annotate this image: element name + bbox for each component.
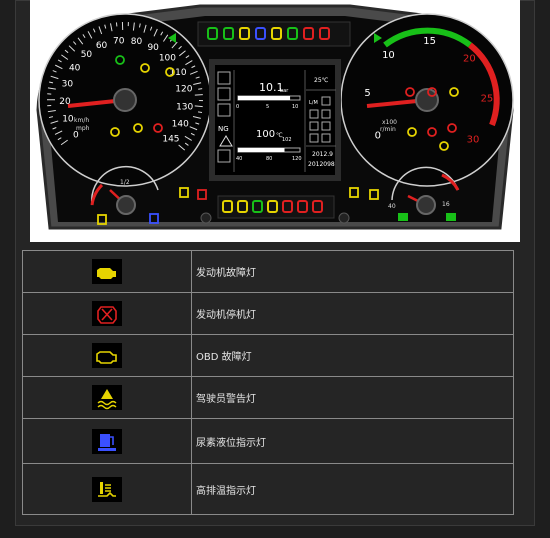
indicator-legend-table: 发动机故障灯 发动机停机灯 OBD 故障灯 驾驶员警告灯 尿素液位指示灯 高排温指示灯 — [22, 250, 514, 515]
legend-label: 发动机停机灯 — [191, 292, 514, 335]
legend-label: 发动机故障灯 — [191, 250, 514, 293]
lcd-temp-scale-0: 40 — [236, 156, 242, 162]
lcd-date-line1: 2012.9 — [312, 151, 333, 158]
speed-tick-label: 90 — [147, 43, 159, 53]
legend-label: 驾驶员警告灯 — [191, 376, 514, 419]
speed-tick-label: 10 — [62, 115, 74, 125]
temp-gauge-max: 16 — [442, 201, 450, 208]
lcd-pressure-unit: bar — [280, 88, 289, 94]
urea-level-icon — [92, 428, 122, 454]
legend-icon-cell — [22, 292, 192, 335]
lcd-temp-sub: 102 — [282, 137, 292, 143]
rpm-tick-label: 15 — [423, 36, 436, 47]
speed-tick-label: 30 — [62, 79, 74, 89]
legend-icon-cell — [22, 463, 192, 515]
legend-row: 高排温指示灯 — [22, 463, 514, 515]
temp-gauge-min: 40 — [388, 203, 396, 210]
lcd-pressure-scale-2: 10 — [292, 104, 298, 110]
speed-tick-label: 70 — [113, 36, 125, 46]
high-exhaust-temp-icon — [92, 476, 122, 502]
legend-row: 驾驶员警告灯 — [22, 376, 514, 419]
lcd-pressure-scale-1: 5 — [266, 104, 269, 110]
speed-tick-label: 145 — [162, 135, 179, 145]
lcd-temp-scale-2: 120 — [292, 156, 302, 162]
engine-stop-icon — [92, 301, 122, 326]
rpm-tick-label: 30 — [467, 135, 480, 146]
green-indicator-icon — [398, 213, 408, 221]
lcd-temp-scale-1: 80 — [266, 156, 272, 162]
legend-row: 发动机停机灯 — [22, 292, 514, 335]
legend-icon-cell — [22, 376, 192, 419]
speed-tick-label: 140 — [172, 119, 189, 129]
instrument-cluster-image: 0 10 20 30 40 50 60 70 80 90 100 110 120 130 140 145 km… — [30, 0, 520, 242]
legend-label: 尿素液位指示灯 — [191, 418, 514, 464]
driver-warning-icon — [92, 385, 122, 410]
obd-fault-icon — [92, 343, 122, 368]
speed-tick-label: 130 — [176, 102, 193, 112]
legend-row: OBD 故障灯 — [22, 334, 514, 377]
speed-tick-label: 40 — [69, 63, 81, 73]
lcd-pressure-scale-0: 0 — [236, 104, 239, 110]
rpm-unit-label: x100 — [382, 119, 397, 126]
legend-icon-cell — [22, 418, 192, 464]
speed-tick-label: 60 — [96, 41, 108, 51]
lcd-ng-label: NG — [218, 125, 229, 133]
legend-row: 尿素液位指示灯 — [22, 418, 514, 464]
speed-tick-label: 100 — [159, 54, 176, 64]
rpm-tick-label: 10 — [382, 50, 395, 61]
lcd-temp-value: 100 — [256, 129, 275, 140]
green-indicator-icon — [446, 213, 456, 221]
rpm-unit-label-2: r/min — [380, 126, 396, 133]
speed-unit-label-2: mph — [76, 125, 90, 132]
speed-unit-label: km/h — [74, 117, 89, 124]
rpm-tick-label: 25 — [481, 93, 494, 104]
legend-label: OBD 故障灯 — [191, 334, 514, 377]
legend-row: 发动机故障灯 — [22, 250, 514, 293]
rpm-tick-label: 20 — [463, 54, 476, 65]
legend-label: 高排温指示灯 — [191, 463, 514, 515]
lcd-outside-temp: 25℃ — [314, 77, 329, 84]
speed-tick-label: 120 — [175, 85, 192, 95]
speed-tick-label: 50 — [81, 50, 93, 60]
fuel-half-label: 1/2 — [120, 179, 130, 186]
engine-fault-icon — [92, 259, 122, 284]
legend-icon-cell — [22, 250, 192, 293]
legend-icon-cell — [22, 334, 192, 377]
lcd-lm-label: L/M — [309, 100, 318, 106]
rpm-tick-label: 5 — [364, 88, 370, 99]
speed-tick-label: 80 — [131, 37, 143, 47]
lcd-date-line2: 2012098 — [308, 161, 335, 168]
